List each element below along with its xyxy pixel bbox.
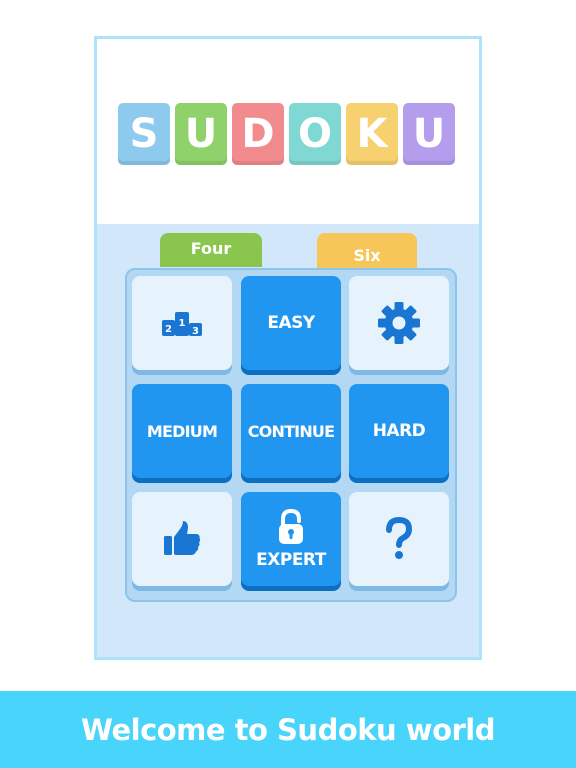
medium-label: MEDIUM [146, 421, 218, 441]
thumbs-up-icon [164, 521, 201, 555]
welcome-text: Welcome to Sudoku world [81, 712, 496, 747]
app-screen: S U D O K U Four Six 2 1 3 EASY MEDIUM C… [0, 0, 576, 768]
lock-icon [279, 508, 303, 544]
settings-button[interactable] [349, 276, 449, 370]
continue-label: CONTINUE [247, 421, 335, 441]
tab-four[interactable]: Four [160, 233, 262, 267]
gear-icon [378, 302, 420, 344]
logo-letter-o: O [289, 103, 341, 165]
easy-button[interactable]: EASY [241, 276, 341, 370]
logo-letter-d: D [232, 103, 284, 165]
medium-button[interactable]: MEDIUM [132, 384, 232, 478]
logo-letter-k: K [346, 103, 398, 165]
tab-six-label: Six [353, 245, 381, 265]
like-button[interactable] [132, 492, 232, 586]
easy-label: EASY [267, 313, 315, 333]
help-button[interactable] [349, 492, 449, 586]
menu-grid: 2 1 3 EASY MEDIUM CONTINUE HARD EXPERT [125, 268, 457, 602]
continue-button[interactable]: CONTINUE [241, 384, 341, 478]
tab-six[interactable]: Six [317, 233, 417, 269]
svg-text:2: 2 [165, 324, 172, 335]
podium-icon: 2 1 3 [162, 312, 202, 337]
hard-label: HARD [372, 421, 426, 441]
svg-text:1: 1 [179, 318, 186, 329]
expert-label: EXPERT [256, 550, 326, 570]
logo-letter-s: S [118, 103, 170, 165]
main-frame: S U D O K U Four Six 2 1 3 EASY MEDIUM C… [94, 36, 482, 660]
logo-letter-u: U [175, 103, 227, 165]
logo-area: S U D O K U [97, 39, 479, 224]
question-icon [386, 517, 413, 559]
expert-button[interactable]: EXPERT [241, 492, 341, 586]
leaderboard-button[interactable]: 2 1 3 [132, 276, 232, 370]
svg-text:3: 3 [192, 326, 199, 337]
sudoku-logo: S U D O K U [118, 103, 455, 165]
welcome-banner: Welcome to Sudoku world [0, 691, 576, 768]
tab-four-label: Four [190, 238, 232, 258]
hard-button[interactable]: HARD [349, 384, 449, 478]
logo-letter-u-2: U [403, 103, 455, 165]
